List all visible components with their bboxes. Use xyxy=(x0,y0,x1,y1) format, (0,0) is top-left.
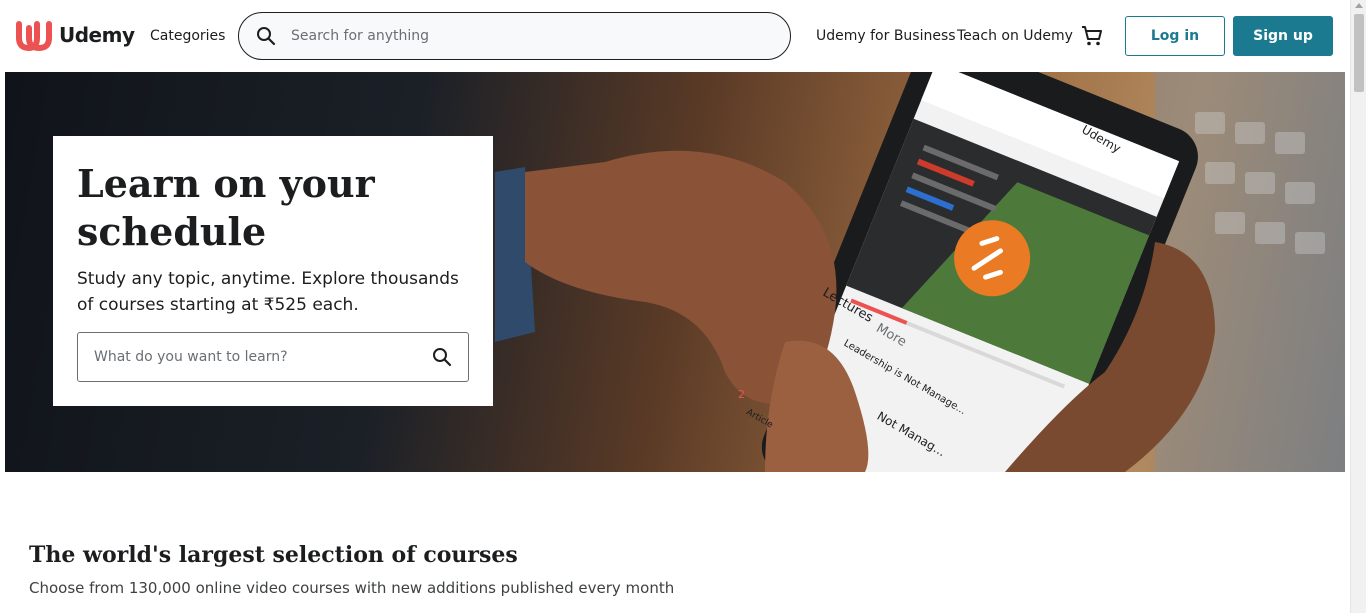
section-subtitle: Choose from 130,000 online video courses… xyxy=(29,579,675,597)
log-in-button[interactable]: Log in xyxy=(1125,16,1225,56)
hero-banner: Udemy Lectures More Leadership is Not Ma… xyxy=(5,72,1345,472)
top-header: Udemy Categories Udemy for Business Teac… xyxy=(0,0,1350,72)
page-scrollbar[interactable] xyxy=(1350,0,1366,613)
udemy-for-business-link[interactable]: Udemy for Business xyxy=(816,28,956,44)
sign-up-button[interactable]: Sign up xyxy=(1233,16,1333,56)
udemy-logo-icon xyxy=(16,18,52,52)
hero-search-box[interactable] xyxy=(77,332,469,382)
scrollbar-thumb[interactable] xyxy=(1354,14,1364,92)
section-title: The world's largest selection of courses xyxy=(29,542,518,568)
search-icon[interactable] xyxy=(243,13,289,59)
hero-subtitle: Study any topic, anytime. Explore thousa… xyxy=(77,269,459,315)
hero-search-input[interactable] xyxy=(94,349,414,365)
cart-icon[interactable] xyxy=(1080,24,1104,48)
udemy-logo[interactable]: Udemy xyxy=(15,18,135,52)
header-search-bar[interactable] xyxy=(238,12,791,60)
phone-lecture-number: 2 xyxy=(738,388,745,401)
hero-title: Learn on your schedule xyxy=(77,161,375,254)
teach-on-udemy-link[interactable]: Teach on Udemy xyxy=(957,28,1073,44)
search-input[interactable] xyxy=(291,28,771,44)
logo-text: Udemy xyxy=(59,23,135,47)
search-icon[interactable] xyxy=(432,347,452,367)
categories-menu[interactable]: Categories xyxy=(150,28,225,44)
scroll-up-arrow-icon[interactable] xyxy=(1355,3,1363,8)
hero-card: Learn on your schedule Study any topic, … xyxy=(53,136,493,406)
